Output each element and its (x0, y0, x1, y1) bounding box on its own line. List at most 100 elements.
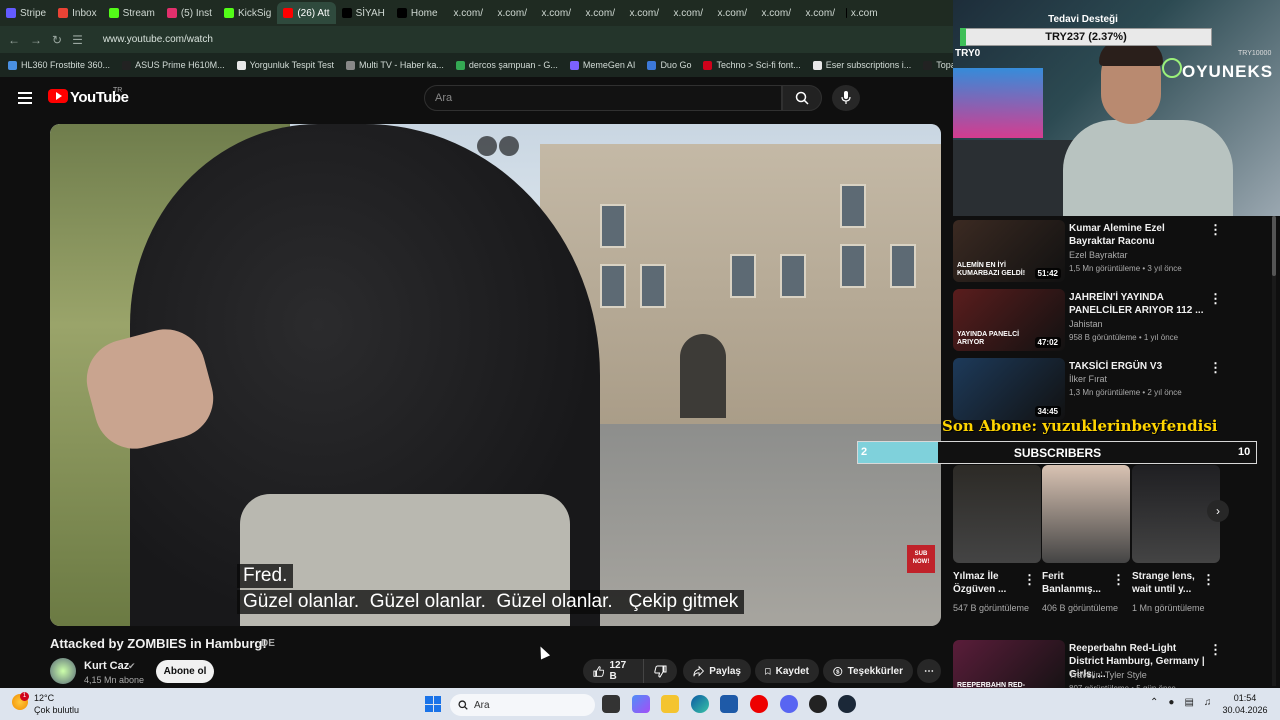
save-button[interactable]: Kaydet (755, 659, 819, 683)
file-explorer-icon[interactable] (661, 695, 679, 713)
reload-icon[interactable]: ↻ (52, 33, 62, 47)
browser-tab[interactable]: x.com (840, 2, 884, 24)
bookmark-item[interactable]: Multi TV - Haber ka... (346, 60, 444, 70)
sidebar-scrollbar[interactable] (1272, 216, 1276, 686)
bookmark-item[interactable]: Yorgunluk Tespit Test (236, 60, 334, 70)
discord-icon[interactable] (780, 695, 798, 713)
more-vertical-icon[interactable]: ⋮ (1209, 360, 1222, 376)
recommendation-channel[interactable]: Travelin' Tyler Style (1069, 670, 1147, 680)
weather-temperature[interactable]: 12°C (34, 693, 54, 703)
short-title[interactable]: Ferit Banlanmış... (1042, 570, 1120, 596)
recommendation-title[interactable]: TAKSİCİ ERGÜN V3 (1069, 360, 1209, 373)
browser-tab[interactable]: (26) Att (277, 2, 336, 24)
browser-tab[interactable]: Inbox (52, 2, 102, 24)
obs-icon[interactable] (809, 695, 827, 713)
search-input[interactable] (424, 85, 782, 111)
browser-tab[interactable]: x.com/ (488, 2, 532, 24)
browser-tab[interactable]: x.com/ (796, 2, 840, 24)
more-vertical-icon[interactable]: ⋮ (1209, 222, 1222, 238)
browser-tab[interactable]: x.com/ (532, 2, 576, 24)
browser-tab[interactable]: Stripe (0, 2, 52, 24)
browser-tab[interactable]: SİYAH (336, 2, 391, 24)
recommendation-channel[interactable]: Jahistan (1069, 319, 1103, 329)
recommendation-channel[interactable]: İlker Fırat (1069, 374, 1107, 384)
store-icon[interactable] (720, 695, 738, 713)
autoplay-icon[interactable] (499, 136, 519, 156)
browser-tab[interactable]: x.com/ (444, 2, 488, 24)
bookmark-item[interactable]: HL360 Frostbite 360... (8, 60, 110, 70)
shorts-next-button[interactable]: › (1207, 500, 1229, 522)
chevron-right-icon: › (1216, 504, 1220, 518)
browser-tab[interactable]: Home (391, 2, 444, 24)
bookmark-favicon-icon (236, 60, 246, 70)
chevron-up-icon[interactable]: ⌃ (1150, 697, 1158, 708)
browser-tab[interactable]: x.com/ (752, 2, 796, 24)
like-button[interactable]: 127 B (583, 659, 643, 683)
search-button[interactable] (782, 85, 822, 111)
short-thumbnail[interactable] (1042, 465, 1130, 563)
bookmark-item[interactable]: dercos şampuan - G... (455, 60, 558, 70)
more-vertical-icon[interactable]: ⋮ (1209, 642, 1222, 658)
bookmark-item[interactable]: Topaz Gigapixel - S... (923, 60, 953, 70)
dislike-button[interactable] (643, 659, 677, 683)
clock-date[interactable]: 30.04.2026 (1222, 705, 1268, 715)
weather-description[interactable]: Çok bulutlu (34, 705, 79, 715)
windows-start-icon[interactable] (425, 696, 441, 712)
bookmark-item[interactable]: Eser subscriptions i... (812, 60, 911, 70)
browser-tab[interactable]: x.com/ (664, 2, 708, 24)
thanks-button[interactable]: $ Teşekkürler (823, 659, 913, 683)
bookmark-item[interactable]: ASUS Prime H610M... (122, 60, 225, 70)
edge-icon[interactable] (691, 695, 709, 713)
clock-time[interactable]: 01:54 (1222, 693, 1268, 703)
share-button[interactable]: Paylaş (683, 659, 751, 683)
recommendation-title[interactable]: JAHREİN'İ YAYINDA PANELCİLER ARIYOR 112 … (1069, 291, 1209, 317)
taskbar-search[interactable]: Ara (450, 694, 595, 716)
browser-tab[interactable]: x.com/ (620, 2, 664, 24)
short-thumbnail[interactable] (953, 465, 1041, 563)
forward-icon[interactable]: → (30, 33, 42, 47)
browser-tab[interactable]: x.com/ (576, 2, 620, 24)
microphone-icon[interactable]: ● (1168, 697, 1174, 708)
browser-tab[interactable]: Stream (103, 2, 161, 24)
video-player[interactable]: SUB NOW! Fred. Güzel olanlar. Güzel olan… (50, 124, 941, 626)
browser-tab[interactable]: KickSig (218, 2, 277, 24)
short-title[interactable]: Strange lens, wait until y... (1132, 570, 1210, 596)
voice-search-button[interactable] (832, 85, 860, 111)
browser-tab[interactable]: x.com/ (708, 2, 752, 24)
channel-name[interactable]: Kurt Caz (84, 660, 129, 672)
recommendation-thumbnail[interactable]: YAYINDA PANELCİ ARIYOR 47:02 (953, 289, 1065, 351)
recommendation-title[interactable]: Kumar Alemine Ezel Bayraktar Raconu (1069, 222, 1209, 248)
url-field[interactable]: www.youtube.com/watch (103, 34, 213, 45)
scrollbar-thumb[interactable] (1272, 216, 1276, 276)
recommendation-thumbnail[interactable]: ALEMİN EN İYİ KUMARBAZI GELDİ! 51:42 (953, 220, 1065, 282)
recommendation-channel[interactable]: Ezel Bayraktar (1069, 250, 1128, 260)
hamburger-menu-icon[interactable] (18, 92, 32, 104)
network-icon[interactable]: ▤ (1184, 697, 1193, 708)
bookmark-item[interactable]: MemeGen AI (569, 60, 635, 70)
more-vertical-icon[interactable]: ⋮ (1202, 572, 1215, 588)
more-actions-button[interactable]: ⋯ (917, 659, 941, 683)
more-vertical-icon[interactable]: ⋮ (1112, 572, 1125, 588)
task-view-icon[interactable] (602, 695, 620, 713)
site-info-icon[interactable]: ☰ (72, 33, 83, 47)
channel-avatar[interactable] (50, 658, 76, 684)
bookmark-item[interactable]: Duo Go (647, 60, 691, 70)
browser-tab[interactable]: (5) Inst (161, 2, 218, 24)
recommendation-thumbnail[interactable]: 34:45 (953, 358, 1065, 420)
opera-icon[interactable] (750, 695, 768, 713)
subscribe-watermark[interactable]: SUB NOW! (907, 545, 935, 573)
short-title[interactable]: Yılmaz İle Özgüven ... (953, 570, 1031, 596)
bookmark-favicon-icon (122, 60, 132, 70)
bookmark-item[interactable]: Techno > Sci-fi font... (703, 60, 801, 70)
copilot-icon[interactable] (632, 695, 650, 713)
youtube-logo-icon[interactable] (48, 89, 68, 103)
volume-icon[interactable]: ♫ (1204, 697, 1212, 708)
more-vertical-icon[interactable]: ⋮ (1023, 572, 1036, 588)
more-vertical-icon[interactable]: ⋮ (1209, 291, 1222, 307)
subscriber-goal-current: 2 (861, 446, 868, 458)
miniplayer-icon[interactable] (477, 136, 497, 156)
back-icon[interactable]: ← (8, 33, 20, 47)
steam-icon[interactable] (838, 695, 856, 713)
subscribe-button[interactable]: Abone ol (156, 660, 214, 683)
bookmark-favicon-icon (647, 60, 657, 70)
